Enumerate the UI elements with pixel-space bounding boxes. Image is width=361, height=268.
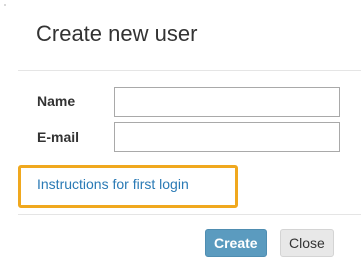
name-label: Name — [37, 93, 76, 109]
email-input[interactable] — [114, 122, 340, 152]
footer-divider — [18, 214, 361, 215]
corner-mark — [4, 4, 6, 6]
email-label: E-mail — [37, 129, 80, 145]
page: Create new user Name E-mail Instructions… — [0, 0, 361, 268]
dialog-title: Create new user — [36, 21, 198, 46]
instructions-link[interactable]: Instructions for first login — [37, 176, 189, 192]
name-input[interactable] — [114, 87, 340, 117]
create-button[interactable]: Create — [205, 229, 267, 257]
close-button[interactable]: Close — [280, 229, 334, 257]
create-user-dialog: Create new user Name E-mail Instructions… — [18, 0, 361, 268]
header-divider — [18, 70, 361, 71]
